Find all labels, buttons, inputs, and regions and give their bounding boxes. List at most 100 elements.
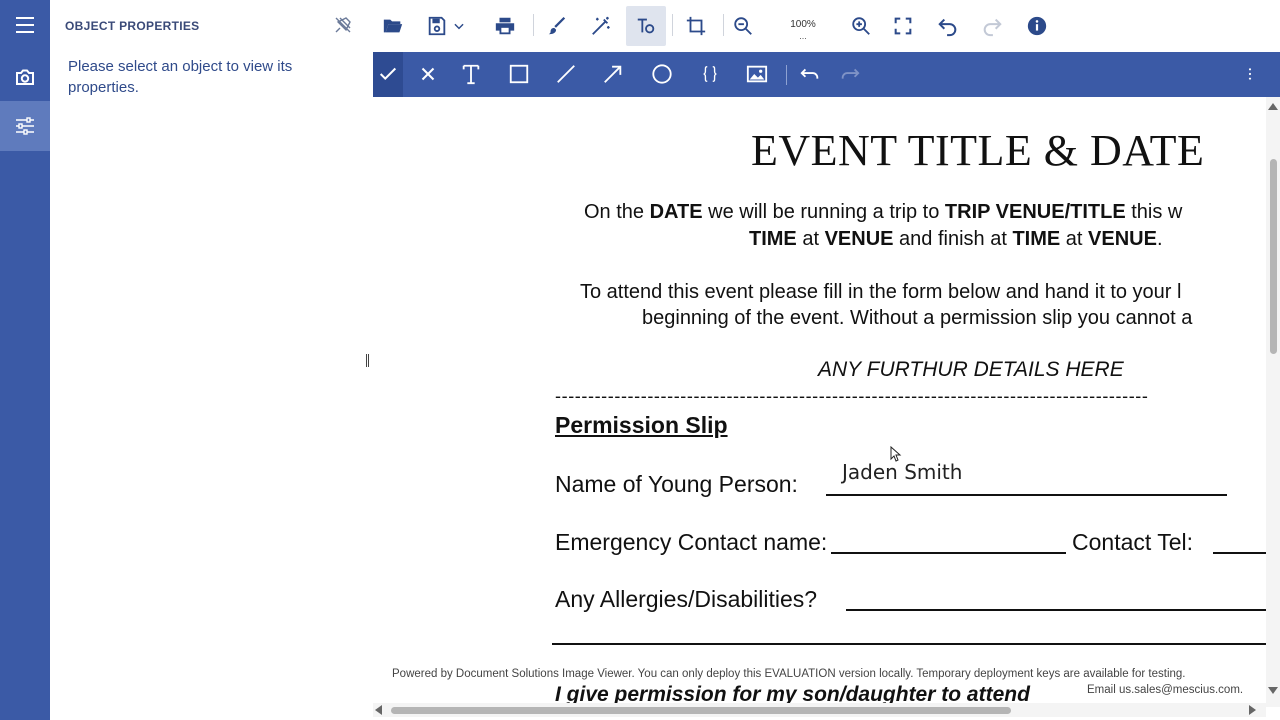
chevron-down-icon (454, 23, 464, 30)
line-icon (557, 65, 575, 83)
intro-time: TIME (1012, 228, 1061, 250)
print-icon (495, 17, 515, 35)
permission-slip-title: Permission Slip (555, 412, 728, 438)
image-viewport[interactable]: EVENT TITLE & DATE On the DATE we will b… (373, 97, 1280, 720)
intro-venue-title: TRIP VENUE/TITLE (944, 201, 1126, 223)
fullscreen-button[interactable] (883, 6, 923, 46)
document-image: EVENT TITLE & DATE On the DATE we will b… (373, 97, 1266, 707)
check-icon (379, 67, 397, 81)
cancel-button[interactable] (411, 57, 445, 91)
left-rail (0, 0, 50, 720)
crop-button[interactable] (676, 6, 716, 46)
object-properties-panel: OBJECT PROPERTIES Please select an objec… (50, 0, 373, 720)
no-selection-message: Please select an object to view its prop… (68, 58, 293, 96)
rectangle-icon (509, 64, 529, 84)
arrow-tool-button[interactable] (596, 57, 630, 91)
name-text-annotation[interactable]: Jaden Smith (842, 460, 962, 484)
intro-line-1: On the DATE we will be running a trip to… (584, 201, 1182, 224)
camera-button[interactable] (0, 52, 50, 102)
ellipse-tool-button[interactable] (645, 57, 679, 91)
scroll-up-icon[interactable] (1268, 103, 1278, 110)
image-tool-button[interactable] (740, 57, 774, 91)
intro-text: at (1060, 228, 1089, 250)
line-tool-button[interactable] (549, 57, 583, 91)
emergency-underline (831, 552, 1066, 554)
ellipse-icon (652, 64, 672, 84)
menu-button[interactable] (0, 0, 50, 50)
arrow-icon (604, 65, 622, 83)
intro-date: DATE (649, 201, 703, 223)
paint-tools-button[interactable] (537, 6, 577, 46)
intro-venue: VENUE (824, 228, 894, 250)
intro-text: and finish at (893, 228, 1013, 250)
annotation-toolbar (373, 52, 1280, 97)
toolbar-separator (533, 14, 534, 36)
crop-icon (686, 16, 706, 36)
mouse-cursor-icon (890, 446, 902, 462)
zoom-in-icon (852, 17, 870, 35)
evaluation-notice: Powered by Document Solutions Image View… (392, 668, 1186, 680)
annotation-undo-button[interactable] (793, 57, 827, 91)
name-underline (826, 494, 1227, 496)
folder-open-icon (383, 19, 403, 33)
further-details: ANY FURTHUR DETAILS HERE (818, 358, 1124, 381)
magic-wand-icon (592, 16, 610, 35)
more-options-button[interactable] (1240, 57, 1260, 91)
scroll-left-icon[interactable] (375, 705, 382, 715)
scroll-right-icon[interactable] (1249, 705, 1256, 715)
main-toolbar: 100% ... (373, 0, 1280, 52)
annotation-redo-button[interactable] (833, 57, 867, 91)
zoom-level[interactable]: 100% (781, 19, 825, 30)
unpin-icon[interactable] (333, 15, 353, 35)
redo-button[interactable] (972, 6, 1012, 46)
attend-line-2: beginning of the event. Without a permis… (642, 307, 1193, 329)
vertical-scroll-thumb[interactable] (1270, 159, 1277, 354)
text-tool-button[interactable] (626, 6, 666, 46)
close-icon (421, 67, 435, 81)
undo-icon (938, 18, 957, 37)
sliders-icon (16, 117, 34, 135)
undo-icon (800, 68, 819, 79)
intro-text: . (1156, 228, 1163, 250)
intro-text: On the (584, 201, 650, 223)
brush-icon (548, 16, 566, 35)
panel-resize-handle[interactable] (366, 354, 369, 367)
scroll-down-icon[interactable] (1268, 687, 1278, 694)
fullscreen-icon (894, 17, 912, 35)
intro-time: TIME (749, 228, 797, 250)
properties-panel-button[interactable] (0, 101, 50, 151)
cut-separator: ----------------------------------------… (555, 386, 1149, 406)
print-button[interactable] (485, 6, 525, 46)
zoom-in-button[interactable] (841, 6, 881, 46)
intro-text: at (796, 228, 825, 250)
menu-icon (16, 17, 34, 33)
event-title: EVENT TITLE & DATE (751, 126, 1205, 175)
text-annotation-button[interactable] (454, 57, 488, 91)
contact-tel-underline (1213, 552, 1266, 554)
effects-button[interactable] (581, 6, 621, 46)
about-button[interactable] (1017, 6, 1057, 46)
image-icon (746, 65, 768, 83)
zoom-menu[interactable]: ... (781, 32, 825, 41)
intro-text: this w (1125, 201, 1183, 223)
undo-button[interactable] (928, 6, 968, 46)
redo-icon (983, 18, 1002, 37)
redo-icon (841, 68, 860, 79)
horizontal-scrollbar[interactable] (373, 703, 1266, 717)
brackets-icon (703, 65, 717, 83)
apply-button[interactable] (371, 57, 405, 91)
intro-venue: VENUE (1088, 228, 1157, 250)
brackets-tool-button[interactable] (693, 57, 727, 91)
toolbar-separator (786, 65, 787, 85)
image-viewer-app: OBJECT PROPERTIES Please select an objec… (0, 0, 1280, 720)
allergies-underline (846, 609, 1266, 611)
save-icon (428, 16, 446, 36)
vertical-scrollbar[interactable] (1266, 97, 1280, 707)
rectangle-tool-button[interactable] (502, 57, 536, 91)
more-vertical-icon (1248, 68, 1252, 80)
zoom-out-button[interactable] (723, 6, 763, 46)
open-button[interactable] (373, 6, 413, 46)
horizontal-scroll-thumb[interactable] (391, 707, 1011, 714)
blank-underline (552, 643, 1266, 645)
save-options-dropdown[interactable] (449, 6, 469, 46)
